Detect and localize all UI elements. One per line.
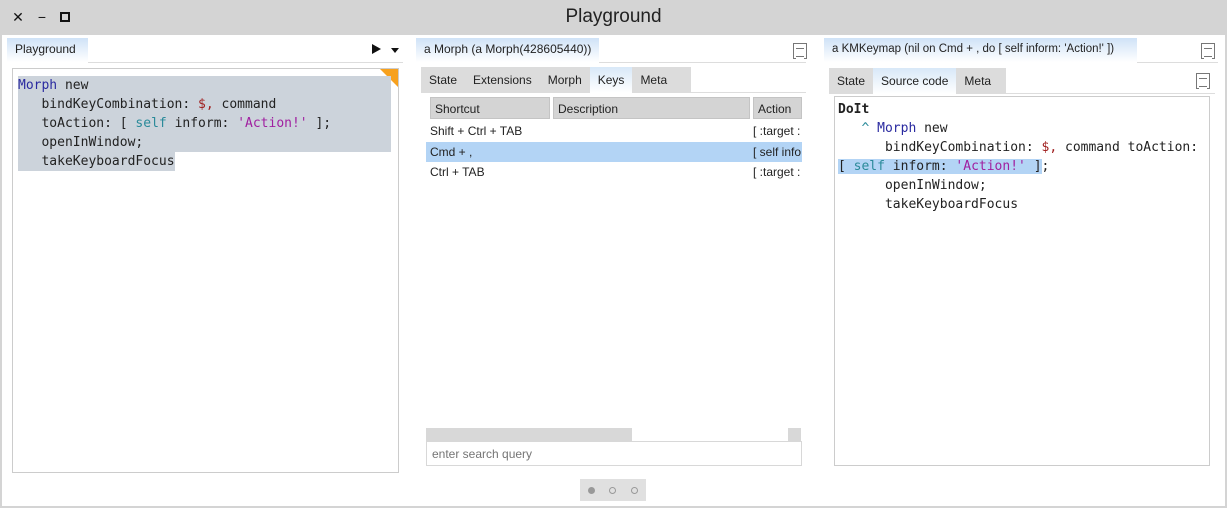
page-dot[interactable] [609, 487, 616, 494]
column-header-shortcut[interactable]: Shortcut [430, 97, 550, 119]
document-icon[interactable] [793, 43, 807, 59]
dropdown-icon[interactable] [391, 48, 399, 53]
code-token: $, [198, 97, 214, 112]
code-header: DoIt [838, 102, 870, 117]
code-token: ; [1041, 159, 1050, 174]
code-token: ^ [861, 121, 870, 136]
table-row[interactable]: Ctrl + TAB [ :target : [426, 162, 802, 182]
column-header-description[interactable]: Description [553, 97, 750, 119]
tab-meta[interactable]: Meta [956, 68, 999, 94]
code-token: takeKeyboardFocus [41, 154, 175, 169]
code-token: toAction: [41, 116, 112, 131]
code-token: ] [1025, 159, 1042, 174]
code-token: inform: [174, 116, 230, 131]
tab-state[interactable]: State [421, 67, 465, 93]
inspector-tabs: State Extensions Morph Keys Meta [421, 67, 691, 93]
keymap-tabs: State Source code Meta [829, 68, 1006, 94]
table-row[interactable]: Shift + Ctrl + TAB [ :target : [426, 121, 802, 141]
code-token: inform: [884, 159, 956, 174]
shortcut-cell: Cmd + , [430, 145, 473, 159]
tab-morph[interactable]: Morph [540, 67, 590, 93]
tab-keys[interactable]: Keys [589, 67, 633, 93]
action-cell: [ self info [753, 145, 802, 159]
morph-inspector-tab[interactable]: a Morph (a Morph(428605440)) [416, 38, 599, 62]
tab-source-code[interactable]: Source code [873, 68, 957, 94]
divider [1137, 62, 1218, 63]
source-code-editor[interactable]: DoIt ^ Morph new bindKeyCombination: $, … [834, 96, 1210, 466]
code-token: Morph [18, 78, 58, 93]
code-token: command toAction: [1057, 140, 1199, 155]
tab-meta[interactable]: Meta [632, 67, 675, 93]
code-token: new [64, 78, 89, 93]
code-token: takeKeyboardFocus [884, 197, 1019, 212]
pager [580, 479, 646, 501]
playground-editor[interactable]: Morph new bindKeyCombination: $, command… [12, 68, 399, 473]
tab-extensions[interactable]: Extensions [465, 67, 540, 93]
code-token: new [916, 121, 948, 136]
divider [691, 92, 806, 93]
code-token: [ [838, 159, 854, 174]
horizontal-scrollbar-thumb[interactable] [426, 428, 632, 441]
play-icon[interactable] [372, 44, 381, 54]
code-token: self [853, 159, 885, 174]
playground-code[interactable]: Morph new bindKeyCombination: $, command… [18, 76, 391, 171]
document-icon[interactable] [1201, 43, 1215, 59]
code-token: ]; [315, 116, 332, 131]
playground-tab[interactable]: Playground [7, 38, 88, 62]
table-row-selected[interactable]: Cmd + , [ self info [426, 142, 802, 162]
source-code[interactable]: DoIt ^ Morph new bindKeyCombination: $, … [838, 100, 1199, 214]
scrollbar-end-button[interactable] [788, 428, 801, 441]
code-token: openInWindow; [41, 135, 144, 150]
keymap-inspector-tab[interactable]: a KMKeymap (nil on Cmd + , do [ self inf… [824, 38, 1137, 62]
code-token: 'Action!' [955, 159, 1026, 174]
tab-state[interactable]: State [829, 68, 873, 94]
code-token: bindKeyCombination: [884, 140, 1042, 155]
code-token: openInWindow; [884, 178, 987, 193]
code-token: Morph [877, 121, 917, 136]
divider [88, 62, 403, 63]
shortcut-cell: Ctrl + TAB [430, 165, 485, 179]
code-token: bindKeyCombination: [41, 97, 191, 112]
code-token: 'Action!' [237, 116, 308, 131]
code-token: [ [119, 116, 128, 131]
window-title: Playground [565, 6, 662, 27]
page-dot[interactable] [631, 487, 638, 494]
code-token: $, [1041, 140, 1058, 155]
search-input[interactable] [426, 441, 802, 466]
divider [1006, 93, 1215, 94]
shortcut-cell: Shift + Ctrl + TAB [430, 124, 523, 138]
action-cell: [ :target : [753, 124, 801, 138]
page-dot-active[interactable] [588, 487, 595, 494]
divider [599, 62, 806, 63]
column-header-action[interactable]: Action [753, 97, 802, 119]
code-token: command [221, 97, 277, 112]
code-token: self [135, 116, 167, 131]
action-cell: [ :target : [753, 165, 801, 179]
document-icon[interactable] [1196, 73, 1210, 89]
